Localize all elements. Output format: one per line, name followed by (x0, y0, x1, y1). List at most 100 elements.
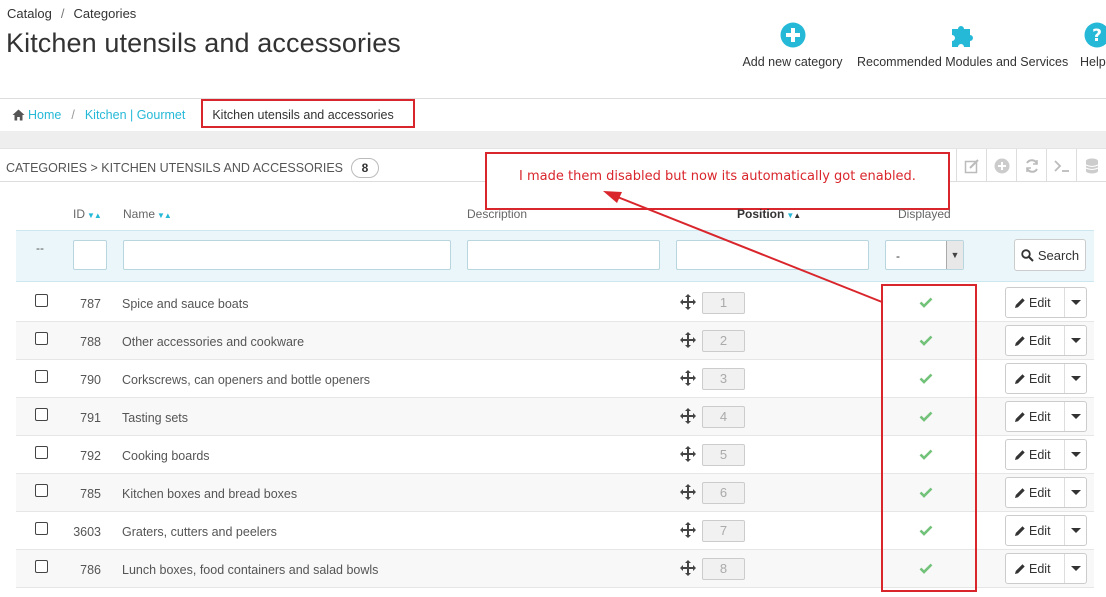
column-header-name[interactable]: Name ▼▲ (123, 207, 172, 221)
row-name: Graters, cutters and peelers (122, 525, 277, 539)
column-id-label: ID (73, 207, 85, 221)
edit-label: Edit (1029, 524, 1051, 538)
edit-label: Edit (1029, 372, 1051, 386)
row-position: 5 (702, 444, 745, 466)
row-position: 7 (702, 520, 745, 542)
pencil-icon (1015, 488, 1025, 498)
sql-terminal-icon[interactable] (1046, 149, 1076, 182)
row-id: 786 (80, 563, 101, 577)
filter-name-input[interactable] (123, 240, 451, 270)
edit-dropdown-toggle[interactable] (1064, 364, 1086, 393)
edit-dropdown-toggle[interactable] (1064, 326, 1086, 355)
header-divider (0, 98, 1106, 99)
edit-dropdown-toggle[interactable] (1064, 554, 1086, 583)
row-checkbox[interactable] (35, 560, 48, 573)
sort-arrows-icon[interactable]: ▼▲ (157, 211, 172, 220)
sort-arrows-icon[interactable]: ▼▲ (786, 211, 801, 220)
edit-button[interactable]: Edit (1005, 363, 1087, 394)
column-header-description: Description (467, 207, 527, 221)
search-button[interactable]: Search (1014, 239, 1086, 271)
panel-heading-text: CATEGORIES > KITCHEN UTENSILS AND ACCESS… (6, 161, 343, 175)
annotation-highlight-breadcrumb (201, 99, 415, 128)
edit-button[interactable]: Edit (1005, 553, 1087, 584)
row-position: 4 (702, 406, 745, 428)
panel-toolbar (956, 149, 1106, 182)
recommended-modules-button[interactable]: Recommended Modules and Services (857, 22, 1068, 69)
edit-button[interactable]: Edit (1005, 287, 1087, 318)
column-displayed-label: Displayed (898, 207, 951, 221)
drag-move-icon[interactable] (680, 294, 696, 310)
database-icon[interactable] (1076, 149, 1106, 182)
row-checkbox[interactable] (35, 484, 48, 497)
row-position: 3 (702, 368, 745, 390)
pencil-icon (1015, 450, 1025, 460)
column-position-label: Position (737, 207, 785, 221)
edit-dropdown-toggle[interactable] (1064, 402, 1086, 431)
row-checkbox[interactable] (35, 370, 48, 383)
plus-circle-icon (780, 22, 805, 48)
puzzle-icon (951, 26, 973, 47)
export-icon[interactable] (956, 149, 986, 182)
row-position: 8 (702, 558, 745, 580)
edit-dropdown-toggle[interactable] (1064, 440, 1086, 469)
filter-position-input[interactable] (676, 240, 869, 270)
row-id: 791 (80, 411, 101, 425)
help-icon: ? (1084, 22, 1106, 48)
row-id: 790 (80, 373, 101, 387)
row-name: Tasting sets (122, 411, 189, 425)
help-button[interactable]: ? Help (1080, 22, 1106, 69)
edit-label: Edit (1029, 410, 1051, 424)
edit-button[interactable]: Edit (1005, 477, 1087, 508)
row-name: Kitchen boxes and bread boxes (122, 487, 298, 501)
column-header-id[interactable]: ID ▼▲ (73, 207, 102, 221)
add-icon[interactable] (986, 149, 1016, 182)
edit-button[interactable]: Edit (1005, 401, 1087, 432)
edit-dropdown-toggle[interactable] (1064, 516, 1086, 545)
column-header-displayed: Displayed (898, 207, 951, 221)
sort-arrows-icon[interactable]: ▼▲ (87, 211, 102, 220)
drag-move-icon[interactable] (680, 446, 696, 462)
edit-dropdown-toggle[interactable] (1064, 478, 1086, 507)
row-name: Spice and sauce boats (122, 297, 249, 311)
add-category-label: Add new category (742, 55, 843, 69)
drag-move-icon[interactable] (680, 408, 696, 424)
column-header-position[interactable]: Position ▼▲ (737, 207, 801, 221)
pencil-icon (1015, 564, 1025, 574)
drag-move-icon[interactable] (680, 332, 696, 348)
row-id: 792 (80, 449, 101, 463)
row-checkbox[interactable] (35, 294, 48, 307)
page-title: Kitchen utensils and accessories (6, 28, 401, 58)
row-position: 1 (702, 292, 745, 314)
drag-move-icon[interactable] (680, 484, 696, 500)
pencil-icon (1015, 526, 1025, 536)
svg-text:?: ? (1092, 26, 1102, 46)
drag-move-icon[interactable] (680, 370, 696, 386)
drag-move-icon[interactable] (680, 560, 696, 576)
add-category-button[interactable]: Add new category (742, 22, 843, 69)
search-label: Search (1037, 247, 1080, 263)
row-checkbox[interactable] (35, 446, 48, 459)
refresh-icon[interactable] (1016, 149, 1046, 182)
drag-move-icon[interactable] (680, 522, 696, 538)
edit-button[interactable]: Edit (1005, 515, 1087, 546)
top-breadcrumb: Catalog / Categories (7, 6, 137, 21)
breadcrumb-catalog[interactable]: Catalog (7, 6, 52, 21)
row-checkbox[interactable] (35, 332, 48, 345)
edit-button[interactable]: Edit (1005, 325, 1087, 356)
chevron-down-icon[interactable]: ▼ (946, 241, 963, 269)
breadcrumb-categories[interactable]: Categories (73, 6, 136, 21)
row-checkbox[interactable] (35, 408, 48, 421)
pencil-icon (1015, 412, 1025, 422)
filter-id-input[interactable] (73, 240, 107, 270)
breadcrumb-parent-link[interactable]: Kitchen | Gourmet (85, 108, 186, 122)
annotation-text: I made them disabled but now its automat… (519, 169, 916, 184)
pencil-icon (1015, 298, 1025, 308)
filter-description-input[interactable] (467, 240, 660, 270)
row-checkbox[interactable] (35, 522, 48, 535)
row-id: 785 (80, 487, 101, 501)
edit-button[interactable]: Edit (1005, 439, 1087, 470)
edit-label: Edit (1029, 562, 1051, 576)
edit-dropdown-toggle[interactable] (1064, 288, 1086, 317)
breadcrumb-home-link[interactable]: Home (28, 108, 61, 122)
filter-displayed-select[interactable]: - ▼ (885, 240, 964, 270)
